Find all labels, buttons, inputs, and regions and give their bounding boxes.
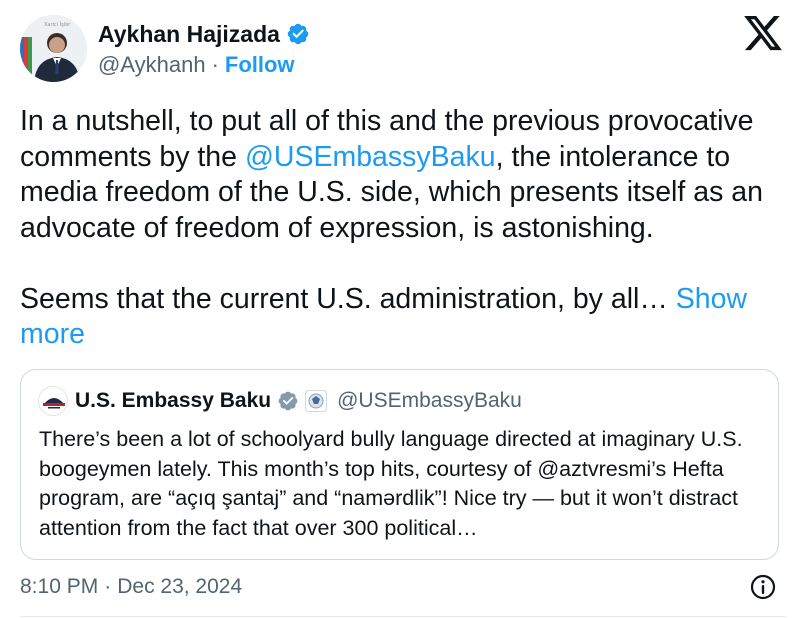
quoted-tweet-text: There’s been a lot of schoolyard bully l… [39, 427, 743, 540]
author-handle[interactable]: @Aykhanh [98, 52, 206, 78]
author-name-row: Aykhan Hajizada [98, 19, 310, 49]
quoted-avatar[interactable] [38, 386, 68, 416]
tweet-timestamp[interactable]: 8:10 PM · Dec 23, 2024 [20, 573, 242, 601]
timestamp-separator: · [104, 575, 112, 598]
gov-seal-icon [305, 390, 328, 412]
follow-button[interactable]: Follow [225, 52, 295, 78]
verified-badge-icon [287, 23, 309, 45]
tweet-time: 8:10 PM [20, 575, 99, 598]
mention-link[interactable]: @USEmbassyBaku [245, 141, 496, 173]
quoted-name-row: U.S. Embassy Baku @USEmbassyBaku [75, 387, 522, 415]
quoted-handle[interactable]: @USEmbassyBaku [337, 389, 522, 413]
tweet-text: In a nutshell, to put all of this and th… [20, 104, 786, 353]
tweet-paragraph-1: In a nutshell, to put all of this and th… [20, 104, 786, 246]
x-logo-icon[interactable] [742, 12, 784, 54]
footer-divider [20, 616, 786, 617]
avatar-caption: Xarici İşlər [44, 21, 71, 28]
tweet-paragraph-2: Seems that the current U.S. administrati… [20, 282, 786, 353]
handle-separator: · [211, 52, 219, 77]
quoted-author-name[interactable]: U.S. Embassy Baku [75, 389, 271, 413]
author-name[interactable]: Aykhan Hajizada [98, 21, 280, 48]
author-avatar-image: Xarici İşlər [20, 15, 87, 82]
author-avatar[interactable]: Xarici İşlər [20, 15, 87, 82]
author-handle-row: @Aykhanh · Follow [98, 51, 295, 79]
tweet-text-truncated: Seems that the current U.S. administrati… [20, 282, 676, 315]
tweet-date: Dec 23, 2024 [117, 575, 243, 598]
gray-verified-badge-icon [278, 391, 298, 411]
info-icon[interactable] [749, 573, 777, 601]
